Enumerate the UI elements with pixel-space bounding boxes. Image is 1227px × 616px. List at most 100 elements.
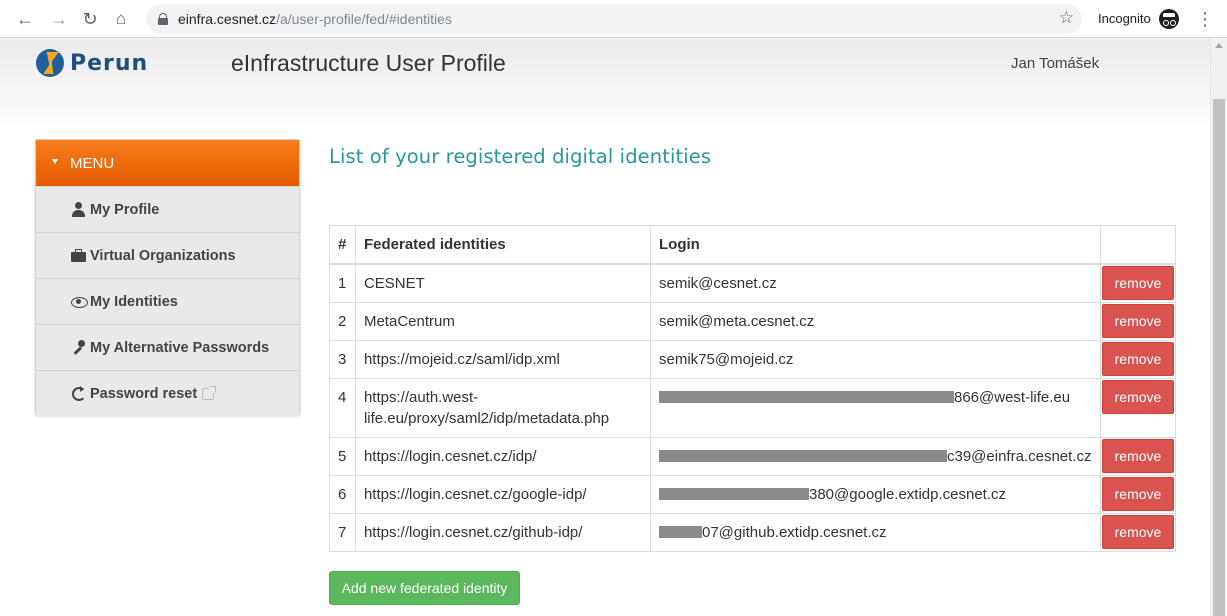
user-name[interactable]: Jan Tomášek [1011, 55, 1099, 72]
back-arrow-icon[interactable]: ← [13, 7, 37, 31]
column-header-login: Login [650, 225, 1101, 265]
action-cell: remove [1099, 512, 1177, 552]
column-header-action [1099, 225, 1177, 265]
star-icon[interactable]: ☆ [1059, 8, 1074, 28]
action-cell: remove [1099, 301, 1177, 341]
table-row: 6 https://login.cesnet.cz/google-idp/ 38… [329, 474, 1177, 514]
action-cell: remove [1099, 339, 1177, 379]
sidebar-item-password-reset[interactable]: Password reset [36, 370, 299, 416]
redacted-mask [659, 525, 702, 538]
briefcase-icon [71, 248, 86, 263]
column-header-number: # [329, 225, 356, 265]
federated-identity: MetaCentrum [354, 301, 652, 341]
table-row: 4 https://auth.west-life.eu/proxy/saml2/… [329, 377, 1177, 438]
sidebar-item-label: My Profile [90, 201, 160, 218]
login-value: 07@github.extidp.cesnet.cz [702, 523, 887, 541]
sidebar-item-virtual-organizations[interactable]: Virtual Organizations [36, 232, 299, 278]
table-header-row: # Federated identities Login [329, 225, 1177, 265]
remove-button[interactable]: remove [1101, 341, 1174, 376]
app-title: eInfrastructure User Profile [231, 50, 506, 76]
redacted-mask [659, 487, 809, 500]
table-row: 3 https://mojeid.cz/saml/idp.xml semik75… [329, 339, 1177, 379]
kebab-menu-icon[interactable]: ⋮ [1196, 9, 1214, 29]
lock-icon[interactable] [158, 13, 168, 25]
login-cell: 380@google.extidp.cesnet.cz [650, 474, 1101, 514]
row-number: 2 [329, 301, 356, 341]
menu-label: MENU [70, 154, 115, 172]
federated-identity: https://login.cesnet.cz/google-idp/ [354, 474, 652, 514]
federated-identity: CESNET [354, 263, 652, 303]
caret-down-icon [52, 158, 58, 164]
page-title: List of your registered digital identiti… [329, 145, 712, 168]
url-path: /a/user-profile/fed/#identities [276, 11, 452, 27]
login-value: 380@google.extidp.cesnet.cz [809, 485, 1007, 503]
logo-text: Perun [70, 50, 149, 76]
row-number: 6 [329, 474, 356, 514]
federated-identity: https://login.cesnet.cz/github-idp/ [354, 512, 652, 552]
scrollbar-thumb[interactable] [1213, 99, 1225, 616]
remove-button[interactable]: remove [1101, 379, 1174, 414]
perun-lightning-icon [36, 49, 64, 77]
login-cell: 07@github.extidp.cesnet.cz [650, 512, 1101, 552]
action-cell: remove [1099, 377, 1177, 438]
action-cell: remove [1099, 436, 1177, 476]
sidebar-item-my-identities[interactable]: My Identities [36, 278, 299, 324]
login-value: semik@cesnet.cz [659, 274, 777, 292]
login-value: c39@einfra.cesnet.cz [947, 447, 1092, 465]
scroll-up-arrow-icon[interactable] [1215, 43, 1223, 48]
column-header-federated: Federated identities [354, 225, 652, 265]
external-link-icon [202, 385, 217, 400]
sidebar-item-label: Virtual Organizations [90, 247, 236, 264]
row-number: 1 [329, 263, 356, 303]
action-cell: remove [1099, 263, 1177, 303]
login-cell: c39@einfra.cesnet.cz [650, 436, 1101, 476]
action-cell: remove [1099, 474, 1177, 514]
row-number: 5 [329, 436, 356, 476]
federated-identity: https://mojeid.cz/saml/idp.xml [354, 339, 652, 379]
key-icon [71, 340, 86, 355]
page-header: Perun eInfrastructure User Profile Jan T… [0, 39, 1210, 134]
add-federated-identity-button[interactable]: Add new federated identity [329, 571, 520, 605]
remove-button[interactable]: remove [1101, 438, 1174, 473]
home-icon[interactable]: ⌂ [109, 7, 133, 31]
row-number: 4 [329, 377, 356, 438]
redacted-mask [659, 390, 954, 403]
incognito-icon[interactable] [1159, 9, 1179, 29]
address-bar[interactable]: einfra.cesnet.cz/a/user-profile/fed/#ide… [146, 4, 1082, 34]
table-row: 1 CESNET semik@cesnet.cz remove [329, 263, 1177, 303]
reload-icon[interactable]: ↻ [78, 7, 102, 31]
remove-button[interactable]: remove [1101, 303, 1174, 338]
incognito-label: Incognito [1098, 11, 1151, 26]
login-cell: semik@cesnet.cz [650, 263, 1101, 303]
sidebar-item-my-alternative-passwords[interactable]: My Alternative Passwords [36, 324, 299, 370]
login-value: 866@west-life.eu [954, 388, 1071, 406]
remove-button[interactable]: remove [1101, 476, 1174, 511]
url-host: einfra.cesnet.cz [178, 11, 277, 27]
browser-toolbar: ← → ↻ ⌂ einfra.cesnet.cz/a/user-profile/… [0, 0, 1227, 38]
login-cell: 866@west-life.eu [650, 377, 1101, 438]
login-value: semik@meta.cesnet.cz [659, 312, 815, 330]
login-cell: semik75@mojeid.cz [650, 339, 1101, 379]
remove-button[interactable]: remove [1101, 514, 1174, 549]
eye-icon [71, 294, 88, 309]
sidebar-menu: MENU My Profile Virtual Organizations My… [35, 139, 300, 416]
table-row: 7 https://login.cesnet.cz/github-idp/ 07… [329, 512, 1177, 552]
sidebar-item-label: Password reset [90, 385, 198, 402]
remove-button[interactable]: remove [1101, 265, 1174, 300]
sidebar-item-label: My Alternative Passwords [90, 339, 270, 356]
federated-identity: https://login.cesnet.cz/idp/ [354, 436, 652, 476]
identities-table: # Federated identities Login 1 CESNET se… [329, 225, 1177, 552]
redacted-mask [659, 449, 947, 462]
federated-identity: https://auth.west-life.eu/proxy/saml2/id… [354, 377, 652, 438]
login-value: semik75@mojeid.cz [659, 350, 794, 368]
table-row: 5 https://login.cesnet.cz/idp/ c39@einfr… [329, 436, 1177, 476]
row-number: 3 [329, 339, 356, 379]
scrollbar[interactable] [1210, 39, 1227, 616]
menu-header[interactable]: MENU [36, 140, 299, 186]
forward-arrow-icon[interactable]: → [47, 7, 71, 31]
table-row: 2 MetaCentrum semik@meta.cesnet.cz remov… [329, 301, 1177, 341]
reset-icon [71, 386, 86, 401]
sidebar-item-my-profile[interactable]: My Profile [36, 186, 299, 232]
login-cell: semik@meta.cesnet.cz [650, 301, 1101, 341]
perun-logo[interactable]: Perun [36, 49, 148, 77]
